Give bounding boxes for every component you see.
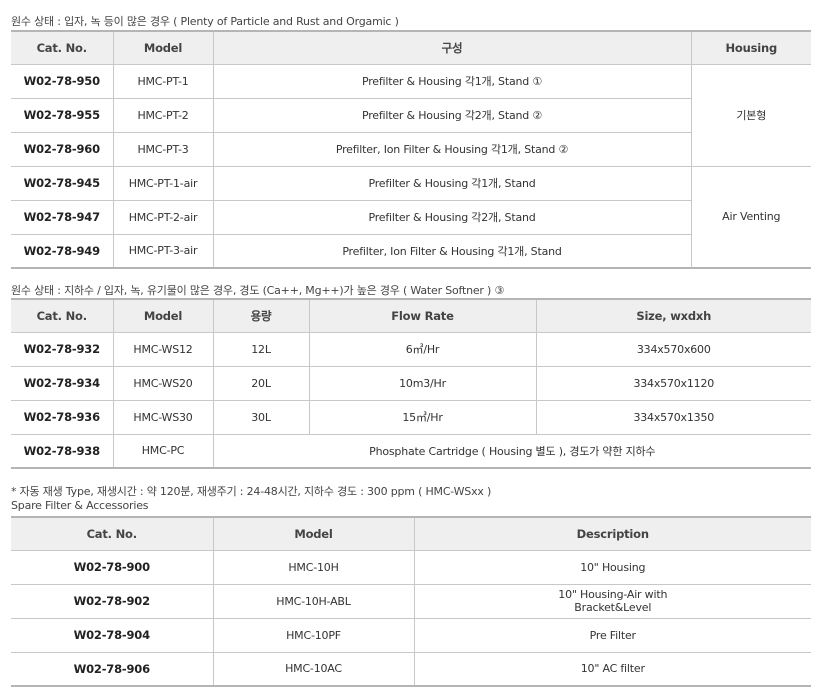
table-row: W02-78-900 HMC-10H 10" Housing <box>11 549 811 585</box>
description-line: 10" Housing-Air with <box>558 588 668 601</box>
config-cell: Prefilter, Ion Filter & Housing 각1개, Sta… <box>212 233 692 269</box>
config-cell: Prefilter & Housing 각1개, Stand ① <box>212 63 692 99</box>
section2-caption: 원수 상태 : 지하수 / 입자, 녹, 유기물이 많은 경우, 경도 (Ca+… <box>11 284 505 297</box>
cat-no-cell: W02-78-950 <box>11 63 114 99</box>
header-cat-no: Cat. No. <box>11 516 214 551</box>
model-cell: HMC-PT-2 <box>112 97 214 133</box>
section3-caption: Spare Filter & Accessories <box>11 499 149 512</box>
header-model: Model <box>212 516 415 551</box>
table-header-row: Cat. No. Model Description <box>11 516 811 551</box>
config-cell: Prefilter & Housing 각1개, Stand <box>212 165 692 201</box>
softener-note: * 자동 재생 Type, 재생시간 : 약 120분, 재생주기 : 24-4… <box>11 485 492 498</box>
header-model: Model <box>112 298 214 333</box>
model-cell: HMC-10H <box>212 549 415 585</box>
cat-no-cell: W02-78-906 <box>11 651 214 687</box>
cat-no-cell: W02-78-934 <box>11 365 114 401</box>
model-cell: HMC-PT-3-air <box>112 233 214 269</box>
table-header-row: Cat. No. Model 구성 Housing <box>11 30 811 65</box>
housing-group-basic: 기본형 <box>690 63 811 167</box>
capacity-cell: 30L <box>212 399 310 435</box>
cat-no-cell: W02-78-960 <box>11 131 114 167</box>
housing-group-air-venting: Air Venting <box>690 165 811 269</box>
header-cat-no: Cat. No. <box>11 298 114 333</box>
cat-no-cell: W02-78-932 <box>11 331 114 367</box>
model-cell: HMC-PT-3 <box>112 131 214 167</box>
table-row: W02-78-932 HMC-WS12 12L 6㎥/Hr 334x570x60… <box>11 331 811 367</box>
header-cat-no: Cat. No. <box>11 30 114 65</box>
model-cell: HMC-WS20 <box>112 365 214 401</box>
model-cell: HMC-PC <box>112 433 214 469</box>
config-cell: Prefilter & Housing 각2개, Stand ② <box>212 97 692 133</box>
cat-no-cell: W02-78-938 <box>11 433 114 469</box>
description-line: Bracket&Level <box>574 601 652 614</box>
spare-filter-table: Cat. No. Model Description W02-78-900 HM… <box>11 516 811 687</box>
table-row: W02-78-945 HMC-PT-1-air Prefilter & Hous… <box>11 165 811 269</box>
model-cell: HMC-10AC <box>212 651 415 687</box>
description-cell: Phosphate Cartridge ( Housing 별도 ), 경도가 … <box>212 433 811 469</box>
table-row: W02-78-906 HMC-10AC 10" AC filter <box>11 651 811 687</box>
header-flow-rate: Flow Rate <box>308 298 537 333</box>
description-cell: Pre Filter <box>413 617 811 653</box>
header-config: 구성 <box>212 30 692 65</box>
flow-rate-cell: 15㎥/Hr <box>308 399 537 435</box>
description-cell: 10" Housing <box>413 549 811 585</box>
description-cell: 10" AC filter <box>413 651 811 687</box>
cat-no-cell: W02-78-949 <box>11 233 114 269</box>
model-cell: HMC-PT-2-air <box>112 199 214 235</box>
capacity-cell: 12L <box>212 331 310 367</box>
cat-no-cell: W02-78-945 <box>11 165 114 201</box>
model-cell: HMC-10PF <box>212 617 415 653</box>
size-cell: 334x570x1120 <box>535 365 811 401</box>
cat-no-cell: W02-78-904 <box>11 617 214 653</box>
model-cell: HMC-PT-1 <box>112 63 214 99</box>
header-housing: Housing <box>690 30 811 65</box>
table-header-row: Cat. No. Model 용량 Flow Rate Size, wxdxh <box>11 298 811 333</box>
size-cell: 334x570x1350 <box>535 399 811 435</box>
capacity-cell: 20L <box>212 365 310 401</box>
table-row: W02-78-950 HMC-PT-1 Prefilter & Housing … <box>11 63 811 167</box>
model-cell: HMC-PT-1-air <box>112 165 214 201</box>
model-cell: HMC-WS30 <box>112 399 214 435</box>
cat-no-cell: W02-78-955 <box>11 97 114 133</box>
header-capacity: 용량 <box>212 298 310 333</box>
cat-no-cell: W02-78-936 <box>11 399 114 435</box>
flow-rate-cell: 10m3/Hr <box>308 365 537 401</box>
table-row: W02-78-936 HMC-WS30 30L 15㎥/Hr 334x570x1… <box>11 399 811 435</box>
table-row: W02-78-904 HMC-10PF Pre Filter <box>11 617 811 653</box>
header-description: Description <box>413 516 811 551</box>
description-cell: 10" Housing-Air with Bracket&Level <box>413 583 811 619</box>
section1-caption: 원수 상태 : 입자, 녹 등이 많은 경우 ( Plenty of Parti… <box>11 15 399 28</box>
header-model: Model <box>112 30 214 65</box>
particle-rust-table: Cat. No. Model 구성 Housing W02-78-950 HMC… <box>11 30 811 269</box>
flow-rate-cell: 6㎥/Hr <box>308 331 537 367</box>
model-cell: HMC-10H-ABL <box>212 583 415 619</box>
cat-no-cell: W02-78-947 <box>11 199 114 235</box>
size-cell: 334x570x600 <box>535 331 811 367</box>
model-cell: HMC-WS12 <box>112 331 214 367</box>
cat-no-cell: W02-78-900 <box>11 549 214 585</box>
config-cell: Prefilter, Ion Filter & Housing 각1개, Sta… <box>212 131 692 167</box>
header-size: Size, wxdxh <box>535 298 811 333</box>
table-row: W02-78-938 HMC-PC Phosphate Cartridge ( … <box>11 433 811 469</box>
table-row: W02-78-934 HMC-WS20 20L 10m3/Hr 334x570x… <box>11 365 811 401</box>
cat-no-cell: W02-78-902 <box>11 583 214 619</box>
water-softener-table: Cat. No. Model 용량 Flow Rate Size, wxdxh … <box>11 298 811 469</box>
table-row: W02-78-902 HMC-10H-ABL 10" Housing-Air w… <box>11 583 811 619</box>
config-cell: Prefilter & Housing 각2개, Stand <box>212 199 692 235</box>
